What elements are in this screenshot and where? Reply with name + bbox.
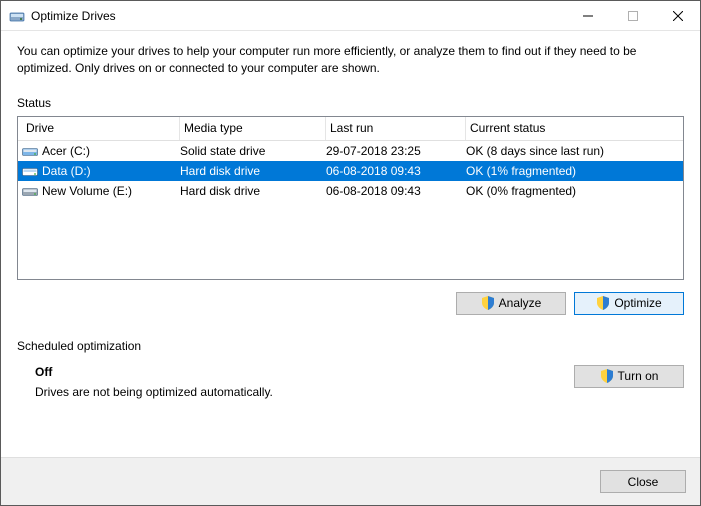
drive-row[interactable]: New Volume (E:) Hard disk drive06-08-2018… xyxy=(18,181,683,201)
drive-last: 29-07-2018 23:25 xyxy=(326,144,466,158)
close-window-button[interactable] xyxy=(655,1,700,30)
shield-icon xyxy=(481,296,495,310)
scheduled-desc: Drives are not being optimized automatic… xyxy=(35,385,574,399)
drive-last: 06-08-2018 09:43 xyxy=(326,184,466,198)
drive-row[interactable]: Acer (C:) Solid state drive29-07-2018 23:… xyxy=(18,141,683,161)
drive-list[interactable]: Drive Media type Last run Current status… xyxy=(17,116,684,280)
drive-media: Hard disk drive xyxy=(180,164,326,178)
drive-name: Data (D:) xyxy=(42,164,91,178)
drive-icon xyxy=(22,145,38,157)
col-header-last[interactable]: Last run xyxy=(326,117,466,140)
drive-icon xyxy=(22,185,38,197)
maximize-button[interactable] xyxy=(610,1,655,30)
shield-icon xyxy=(596,296,610,310)
content-area: You can optimize your drives to help you… xyxy=(1,31,700,399)
analyze-label: Analyze xyxy=(499,296,542,310)
app-icon xyxy=(9,8,25,24)
drive-list-header: Drive Media type Last run Current status xyxy=(18,117,683,141)
intro-text: You can optimize your drives to help you… xyxy=(17,43,684,78)
col-header-media[interactable]: Media type xyxy=(180,117,326,140)
shield-icon xyxy=(600,369,614,383)
minimize-button[interactable] xyxy=(565,1,610,30)
close-button[interactable]: Close xyxy=(600,470,686,493)
turn-on-button[interactable]: Turn on xyxy=(574,365,684,388)
optimize-label: Optimize xyxy=(614,296,661,310)
action-buttons: Analyze Optimize xyxy=(17,292,684,315)
status-label: Status xyxy=(17,96,684,110)
drive-name: Acer (C:) xyxy=(42,144,90,158)
turn-on-label: Turn on xyxy=(618,369,659,383)
drive-status: OK (0% fragmented) xyxy=(466,184,683,198)
drive-last: 06-08-2018 09:43 xyxy=(326,164,466,178)
drive-media: Hard disk drive xyxy=(180,184,326,198)
drive-row[interactable]: Data (D:) Hard disk drive06-08-2018 09:43… xyxy=(18,161,683,181)
window-title: Optimize Drives xyxy=(31,9,116,23)
titlebar: Optimize Drives xyxy=(1,1,700,31)
drive-status: OK (8 days since last run) xyxy=(466,144,683,158)
col-header-status[interactable]: Current status xyxy=(466,117,683,140)
analyze-button[interactable]: Analyze xyxy=(456,292,566,315)
bottom-bar: Close xyxy=(1,457,700,505)
scheduled-section: Scheduled optimization Off Drives are no… xyxy=(17,339,684,399)
drive-status: OK (1% fragmented) xyxy=(466,164,683,178)
drive-media: Solid state drive xyxy=(180,144,326,158)
scheduled-label: Scheduled optimization xyxy=(17,339,684,353)
scheduled-state: Off xyxy=(35,365,574,379)
drive-name: New Volume (E:) xyxy=(42,184,132,198)
optimize-button[interactable]: Optimize xyxy=(574,292,684,315)
col-header-drive[interactable]: Drive xyxy=(22,117,180,140)
drive-icon xyxy=(22,165,38,177)
